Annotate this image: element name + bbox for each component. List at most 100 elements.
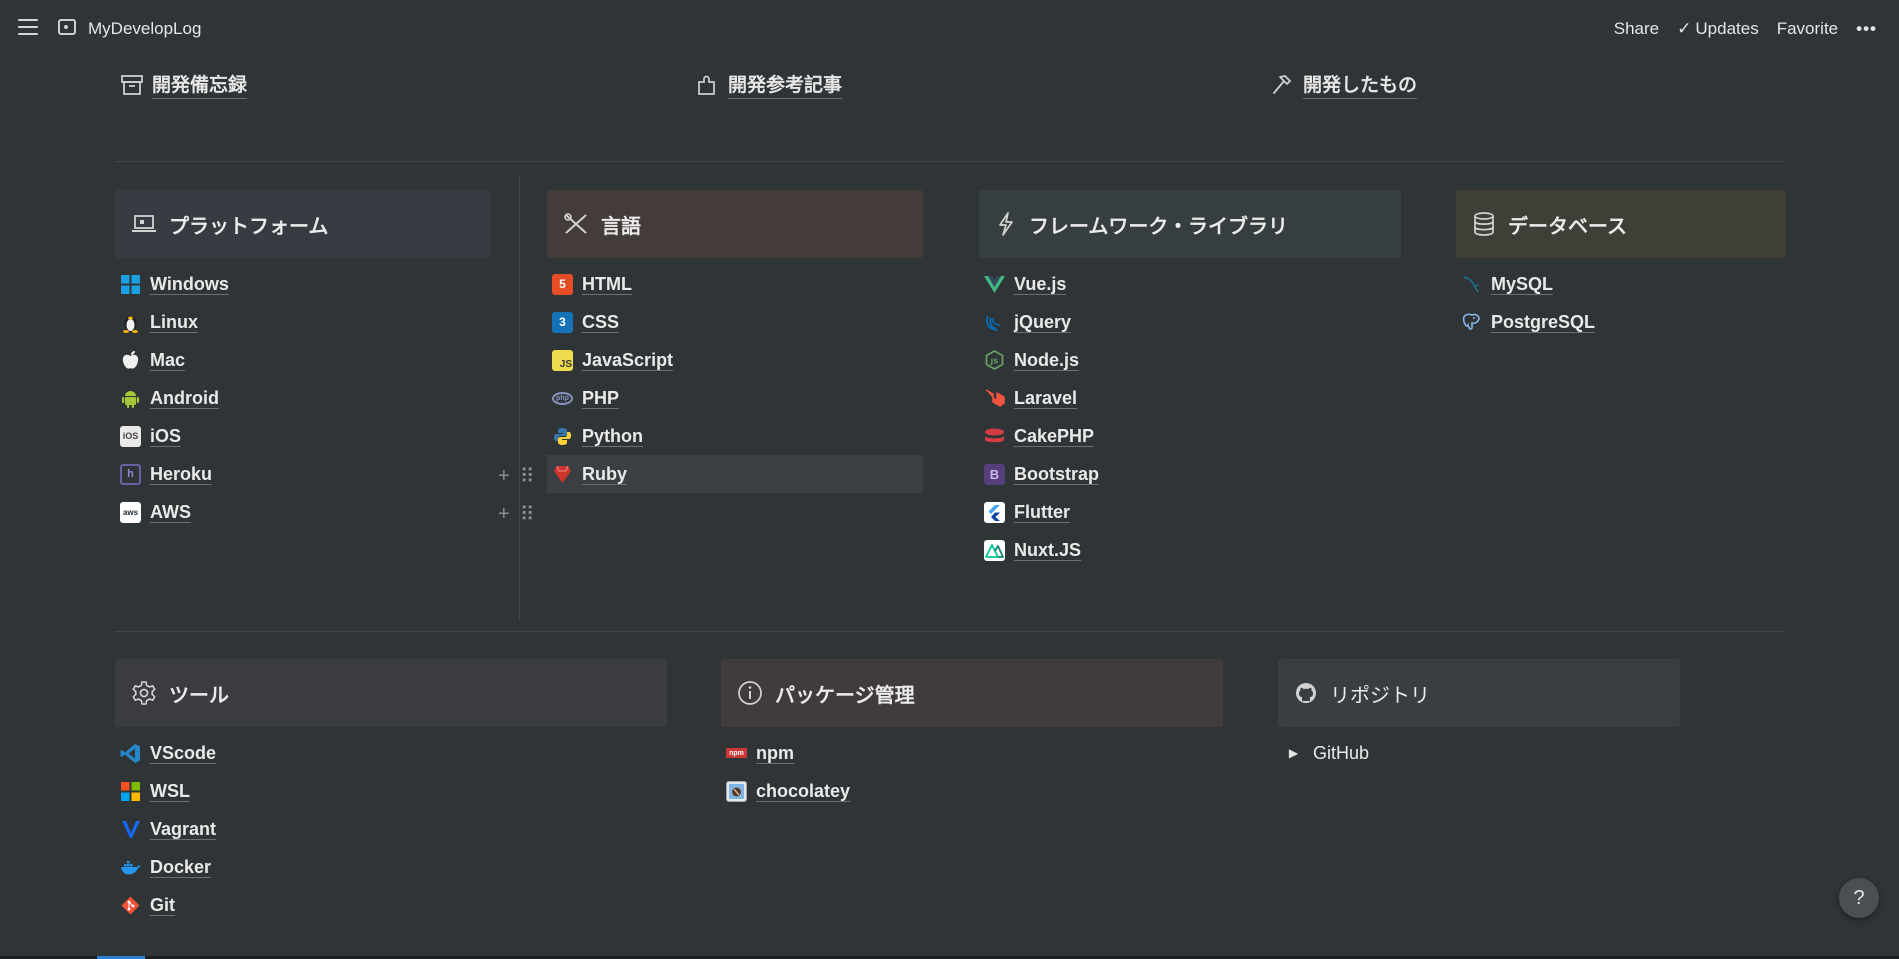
list-item[interactable]: npm npm	[721, 734, 1223, 772]
block-handles: + ⠿	[498, 502, 534, 527]
card-language[interactable]: 言語	[547, 190, 923, 258]
item-label: Windows	[150, 273, 229, 295]
plus-icon[interactable]: +	[498, 465, 510, 488]
wsl-windows-icon	[120, 781, 141, 802]
updates-button[interactable]: ✓ Updates	[1677, 19, 1759, 39]
list-item[interactable]: Vue.js	[979, 265, 1401, 303]
list-item[interactable]: JS Node.js	[979, 341, 1401, 379]
pagelink-label: 開発したもの	[1303, 70, 1418, 99]
vagrant-icon	[120, 819, 141, 840]
toggle-github[interactable]: ▶ GitHub	[1278, 734, 1680, 772]
info-circle-icon	[737, 680, 763, 706]
list-item[interactable]: Nuxt.JS	[979, 531, 1401, 569]
docker-whale-icon	[120, 857, 141, 878]
list-item[interactable]: h Heroku	[115, 455, 491, 493]
list-framework: Vue.js jQuery JS Node.js Laravel CakePHP …	[979, 265, 1401, 569]
drag-handle-icon[interactable]: ⠿	[520, 502, 535, 527]
windows-icon	[120, 274, 141, 295]
github-icon	[1294, 681, 1318, 705]
list-item[interactable]: Laravel	[979, 379, 1401, 417]
list-item[interactable]: chocolatey	[721, 772, 1223, 810]
divider	[115, 161, 1785, 162]
pagelink-things-made[interactable]: 開発したもの	[1271, 70, 1418, 99]
list-item[interactable]: VScode	[115, 734, 667, 772]
share-button[interactable]: Share	[1614, 19, 1659, 39]
list-item[interactable]: jQuery	[979, 303, 1401, 341]
pagelink-dev-notes[interactable]: 開発備忘録	[120, 70, 248, 99]
list-item[interactable]: Docker	[115, 848, 667, 886]
list-item[interactable]: MySQL	[1456, 265, 1786, 303]
item-label: Nuxt.JS	[1014, 539, 1082, 561]
hamburger-menu-icon[interactable]	[18, 19, 38, 37]
item-label: Vagrant	[150, 818, 217, 840]
list-item[interactable]: CakePHP	[979, 417, 1401, 455]
triangle-right-icon[interactable]: ▶	[1283, 743, 1304, 764]
card-database[interactable]: データベース	[1456, 190, 1786, 258]
help-button[interactable]: ?	[1839, 878, 1879, 918]
list-item[interactable]: iOS iOS	[115, 417, 491, 455]
list-item[interactable]: Android	[115, 379, 491, 417]
list-item[interactable]: Windows	[115, 265, 491, 303]
item-label: jQuery	[1014, 311, 1072, 333]
item-label: MySQL	[1491, 273, 1554, 295]
cakephp-icon	[984, 426, 1005, 447]
item-label: Python	[582, 425, 643, 447]
item-label: PostgreSQL	[1491, 311, 1596, 333]
list-item[interactable]: aws AWS	[115, 493, 491, 531]
list-package: npm npm chocolatey	[721, 734, 1223, 810]
database-icon	[1472, 211, 1496, 237]
list-item[interactable]: WSL	[115, 772, 667, 810]
heroku-icon: h	[120, 463, 141, 485]
list-item[interactable]: Mac	[115, 341, 491, 379]
android-icon	[120, 388, 141, 409]
item-label: JavaScript	[582, 349, 674, 371]
more-options-icon[interactable]: •••	[1856, 19, 1877, 39]
item-label: PHP	[582, 387, 620, 409]
item-label: CakePHP	[1014, 425, 1095, 447]
card-repository[interactable]: リポジトリ	[1278, 659, 1680, 727]
card-framework[interactable]: フレームワーク・ライブラリ	[979, 190, 1401, 258]
list-item[interactable]: Ruby	[547, 455, 923, 493]
list-item[interactable]: Flutter	[979, 493, 1401, 531]
card-title: パッケージ管理	[775, 684, 915, 707]
item-label: VScode	[150, 742, 217, 764]
page-title[interactable]: MyDevelopLog	[88, 19, 201, 39]
list-item[interactable]: Python	[547, 417, 923, 455]
aws-icon: aws	[120, 501, 141, 523]
list-item[interactable]: php PHP	[547, 379, 923, 417]
card-title: プラットフォーム	[169, 215, 329, 238]
list-item[interactable]: B Bootstrap	[979, 455, 1401, 493]
favorite-button[interactable]: Favorite	[1777, 19, 1838, 39]
card-platform[interactable]: プラットフォーム	[115, 190, 491, 258]
php-icon: php	[552, 391, 573, 405]
apple-icon	[120, 350, 141, 371]
item-label: iOS	[150, 425, 182, 447]
python-icon	[552, 426, 573, 447]
chocolatey-icon	[726, 780, 747, 802]
drag-handle-icon[interactable]: ⠿	[520, 464, 535, 489]
list-item[interactable]: 3 CSS	[547, 303, 923, 341]
tools-cross-icon	[563, 212, 589, 236]
gear-icon	[131, 680, 157, 706]
item-label: Git	[150, 894, 175, 916]
ios-icon: iOS	[120, 425, 141, 447]
list-item[interactable]: JS JavaScript	[547, 341, 923, 379]
plus-icon[interactable]: +	[498, 503, 510, 526]
jquery-icon	[984, 312, 1005, 333]
list-item[interactable]: Vagrant	[115, 810, 667, 848]
toggle-label: GitHub	[1313, 742, 1370, 763]
card-tools[interactable]: ツール	[115, 659, 667, 727]
card-title: ツール	[169, 684, 229, 707]
item-label: CSS	[582, 311, 620, 333]
block-handles: + ⠿	[498, 464, 534, 489]
item-label: Bootstrap	[1014, 463, 1099, 485]
card-package[interactable]: パッケージ管理	[721, 659, 1223, 727]
card-title: フレームワーク・ライブラリ	[1029, 215, 1288, 238]
item-label: Android	[150, 387, 219, 409]
list-item[interactable]: Linux	[115, 303, 491, 341]
list-item[interactable]: Git	[115, 886, 667, 924]
list-item[interactable]: PostgreSQL	[1456, 303, 1786, 341]
item-label: Laravel	[1014, 387, 1078, 409]
list-item[interactable]: 5 HTML	[547, 265, 923, 303]
pagelink-dev-references[interactable]: 開発参考記事	[696, 70, 843, 99]
